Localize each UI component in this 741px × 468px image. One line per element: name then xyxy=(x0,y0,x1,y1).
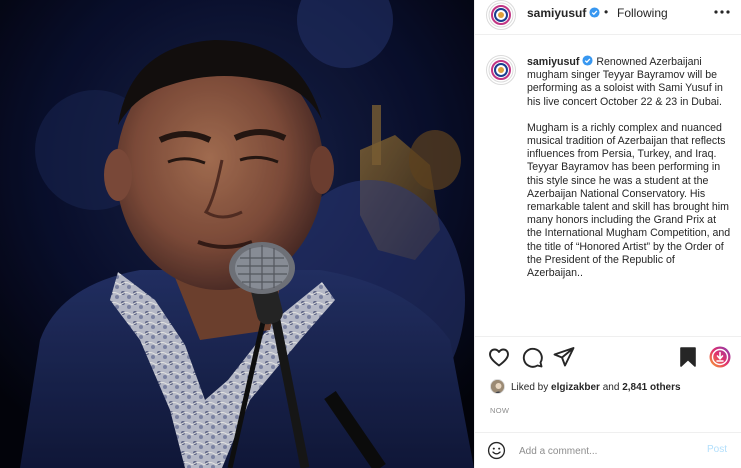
post-header: samiyusuf • Following xyxy=(475,0,741,30)
following-button[interactable]: Following xyxy=(617,6,668,20)
header-username[interactable]: samiyusuf xyxy=(527,6,600,20)
separator-dot: • xyxy=(604,5,609,19)
header-username-text[interactable]: samiyusuf xyxy=(527,6,586,20)
emoji-icon[interactable] xyxy=(487,441,506,460)
liker-avatar-image xyxy=(491,380,504,393)
post-sidebar: samiyusuf • Following samiyusuf Renowned… xyxy=(474,0,741,468)
avatar[interactable] xyxy=(486,0,516,30)
caption-username[interactable]: samiyusuf xyxy=(527,56,579,68)
post-caption: samiyusuf Renowned Azerbaijani mugham si… xyxy=(475,45,741,330)
caption-paragraph-2: Mugham is a richly complex and nuanced m… xyxy=(527,121,731,280)
caption-avatar[interactable] xyxy=(486,55,516,85)
comment-icon[interactable] xyxy=(520,345,544,369)
post-image[interactable] xyxy=(0,0,474,468)
comment-box: Post xyxy=(475,432,741,468)
verified-icon xyxy=(589,7,600,18)
more-horizontal-icon[interactable] xyxy=(712,2,732,22)
share-icon[interactable] xyxy=(552,345,576,369)
comment-input[interactable] xyxy=(519,443,699,459)
post-timestamp[interactable]: NOW xyxy=(490,406,509,415)
caption-text: samiyusuf Renowned Azerbaijani mugham si… xyxy=(527,55,732,280)
actions-divider xyxy=(475,336,741,337)
post-comment-button[interactable]: Post xyxy=(707,444,727,455)
avatar-logo-icon xyxy=(488,2,514,28)
header-divider xyxy=(475,34,741,35)
verified-icon xyxy=(582,55,593,66)
singer-photo xyxy=(0,0,474,468)
liker-avatar[interactable] xyxy=(490,379,505,394)
likes-row: Liked by elgizakber and 2,841 others xyxy=(475,379,741,397)
likes-count-link[interactable]: 2,841 others xyxy=(622,382,680,393)
liked-and-text: and xyxy=(599,382,623,393)
likes-text: Liked by elgizakber and 2,841 others xyxy=(511,382,681,393)
bookmark-icon[interactable] xyxy=(676,345,700,369)
action-bar xyxy=(475,345,741,371)
reels-badge-icon[interactable] xyxy=(708,345,732,369)
liked-by-prefix: Liked by xyxy=(511,382,552,393)
liked-user-link[interactable]: elgizakber xyxy=(551,382,600,393)
avatar-logo-icon xyxy=(488,57,514,83)
heart-icon[interactable] xyxy=(487,345,511,369)
